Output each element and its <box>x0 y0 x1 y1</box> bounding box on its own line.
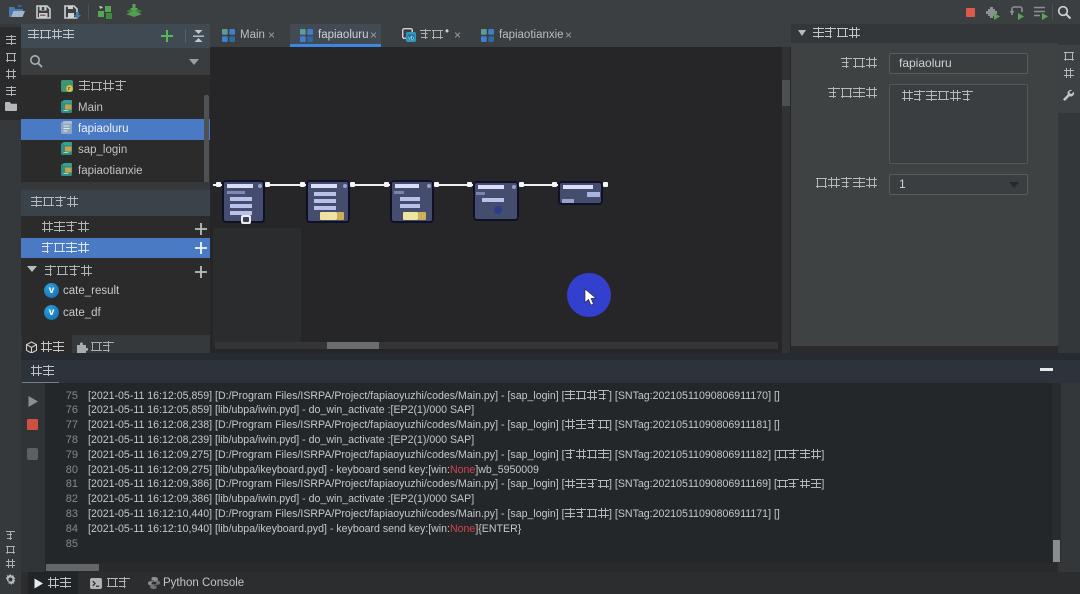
svg-text:vb: vb <box>408 36 414 42</box>
